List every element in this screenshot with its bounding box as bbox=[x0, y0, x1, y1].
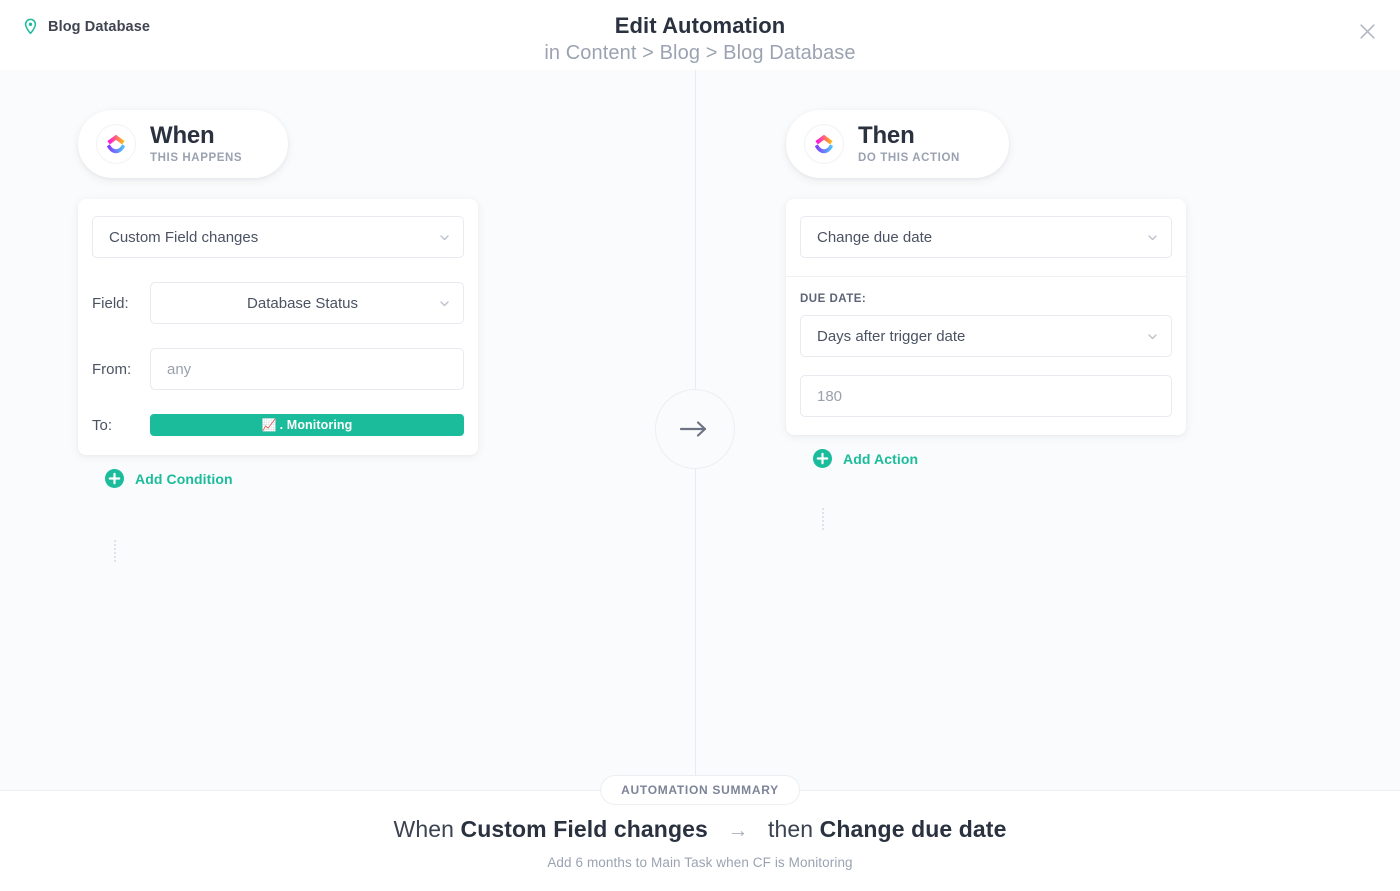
automation-canvas: When THIS HAPPENS Custom Field changes F… bbox=[0, 70, 1400, 790]
add-condition-button[interactable]: Add Condition bbox=[105, 469, 233, 488]
due-date-mode-select[interactable]: Days after trigger date bbox=[800, 315, 1172, 357]
when-condition-card: Custom Field changes Field: Database Sta… bbox=[78, 199, 478, 455]
add-condition-label: Add Condition bbox=[135, 471, 233, 487]
plus-circle-icon bbox=[105, 469, 124, 488]
due-date-amount-input[interactable]: 180 bbox=[800, 375, 1172, 417]
field-select[interactable]: Database Status bbox=[150, 282, 464, 324]
chevron-down-icon bbox=[438, 231, 451, 244]
chevron-down-icon bbox=[1146, 330, 1159, 343]
summary-action: Change due date bbox=[820, 816, 1007, 842]
summary-description: Add 6 months to Main Task when CF is Mon… bbox=[0, 855, 1400, 870]
trigger-select-value: Custom Field changes bbox=[109, 229, 438, 246]
chart-increasing-icon: 📈 bbox=[262, 418, 277, 432]
then-action-card: Change due date DUE DATE: Days after tri… bbox=[786, 199, 1186, 435]
when-header-pill: When THIS HAPPENS bbox=[78, 110, 288, 178]
field-row: Field: Database Status bbox=[92, 282, 464, 324]
summary-sentence: When Custom Field changes → then Change … bbox=[0, 816, 1400, 843]
action-select-section: Change due date bbox=[786, 199, 1186, 276]
page-title: Edit Automation bbox=[0, 12, 1400, 40]
chevron-down-icon bbox=[1146, 231, 1159, 244]
from-value-text: any bbox=[167, 361, 191, 378]
when-column: When THIS HAPPENS Custom Field changes F… bbox=[78, 70, 498, 488]
arrow-right-icon: → bbox=[727, 819, 748, 842]
when-title: When bbox=[150, 123, 242, 148]
summary-when-word: When bbox=[394, 816, 454, 842]
summary-trigger: Custom Field changes bbox=[461, 816, 708, 842]
due-date-section-label: DUE DATE: bbox=[800, 293, 1172, 305]
field-select-value: Database Status bbox=[167, 295, 438, 312]
to-value-status-badge[interactable]: 📈 . Monitoring bbox=[150, 414, 464, 436]
from-row-label: From: bbox=[92, 361, 150, 378]
plus-circle-icon bbox=[813, 449, 832, 468]
due-date-amount-value: 180 bbox=[817, 388, 842, 405]
from-row: From: any bbox=[92, 348, 464, 390]
modal-header: Blog Database Edit Automation in Content… bbox=[0, 0, 1400, 70]
add-action-button[interactable]: Add Action bbox=[813, 449, 918, 468]
action-select[interactable]: Change due date bbox=[800, 216, 1172, 258]
then-header-pill: Then DO THIS ACTION bbox=[786, 110, 1009, 178]
arrow-right-icon bbox=[679, 419, 711, 439]
to-value-label: . Monitoring bbox=[280, 418, 353, 432]
summary-badge: AUTOMATION SUMMARY bbox=[600, 775, 800, 805]
then-title: Then bbox=[858, 123, 960, 148]
chevron-down-icon bbox=[438, 297, 451, 310]
close-icon bbox=[1358, 22, 1377, 41]
clickup-logo-icon bbox=[804, 124, 844, 164]
page-subtitle: in Content > Blog > Blog Database bbox=[0, 40, 1400, 67]
when-subtitle: THIS HAPPENS bbox=[150, 150, 242, 166]
flow-arrow-badge bbox=[655, 389, 735, 469]
summary-then-word: then bbox=[768, 816, 813, 842]
connector-line bbox=[114, 540, 116, 562]
then-subtitle: DO THIS ACTION bbox=[858, 150, 960, 166]
due-date-mode-value: Days after trigger date bbox=[817, 328, 1146, 345]
connector-line bbox=[822, 508, 824, 530]
add-action-label: Add Action bbox=[843, 451, 918, 467]
clickup-logo-icon bbox=[96, 124, 136, 164]
due-date-section: DUE DATE: Days after trigger date 180 bbox=[786, 277, 1186, 435]
from-value-input[interactable]: any bbox=[150, 348, 464, 390]
field-row-label: Field: bbox=[92, 295, 150, 312]
then-column: Then DO THIS ACTION Change due date bbox=[786, 70, 1206, 468]
to-row-label: To: bbox=[92, 417, 150, 434]
trigger-select[interactable]: Custom Field changes bbox=[92, 216, 464, 258]
title-block: Edit Automation in Content > Blog > Blog… bbox=[0, 12, 1400, 67]
close-button[interactable] bbox=[1350, 14, 1384, 48]
action-select-value: Change due date bbox=[817, 229, 1146, 246]
edit-automation-screen: Blog Database Edit Automation in Content… bbox=[0, 0, 1400, 891]
automation-summary-bar: AUTOMATION SUMMARY When Custom Field cha… bbox=[0, 790, 1400, 891]
to-row: To: 📈 . Monitoring bbox=[92, 414, 464, 436]
